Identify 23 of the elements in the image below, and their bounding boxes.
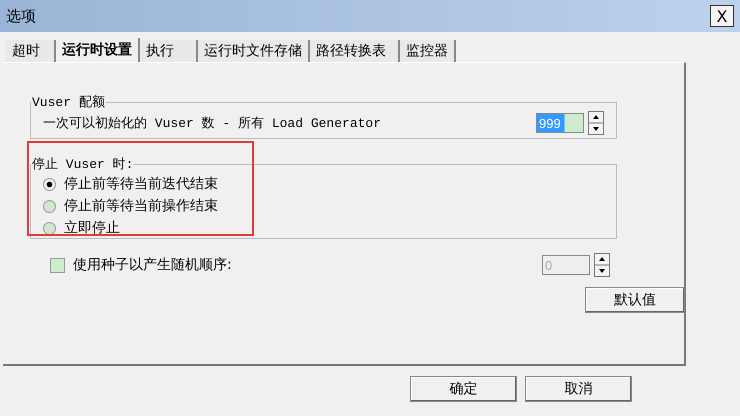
spin-arrows-icon[interactable] — [594, 253, 610, 277]
radio-option[interactable]: 立即停止 — [43, 217, 604, 239]
tab[interactable]: 执行 — [140, 40, 198, 62]
radio-option[interactable]: 停止前等待当前操作结束 — [43, 195, 604, 217]
close-button[interactable]: X — [710, 5, 734, 27]
tab[interactable]: 路径转换表 — [310, 40, 400, 62]
window-title: 选项 — [6, 6, 36, 26]
checkbox[interactable] — [50, 258, 65, 272]
radio-button[interactable] — [43, 178, 56, 190]
dialog-button[interactable]: 取消 — [525, 376, 632, 402]
radio-button[interactable] — [43, 200, 56, 212]
default-button[interactable]: 默认值 — [585, 287, 685, 313]
radio-option[interactable]: 停止前等待当前迭代结束 — [43, 173, 604, 195]
tab[interactable]: 监控器 — [400, 40, 456, 62]
checkbox-option[interactable]: 使用种子以产生随机顺序: — [50, 254, 232, 276]
dialog-button[interactable]: 确定 — [410, 376, 517, 402]
radio-button[interactable] — [43, 222, 56, 234]
tab[interactable]: 超时 — [6, 40, 56, 62]
group-title: Vuser 配额 — [31, 94, 106, 111]
spin-arrows-icon[interactable] — [588, 111, 604, 135]
field-label: 一次可以初始化的 Vuser 数 - 所有 Load Generator — [43, 115, 382, 132]
group-title: 停止 Vuser 时: — [31, 156, 134, 173]
tab[interactable]: 运行时文件存储 — [198, 40, 310, 62]
